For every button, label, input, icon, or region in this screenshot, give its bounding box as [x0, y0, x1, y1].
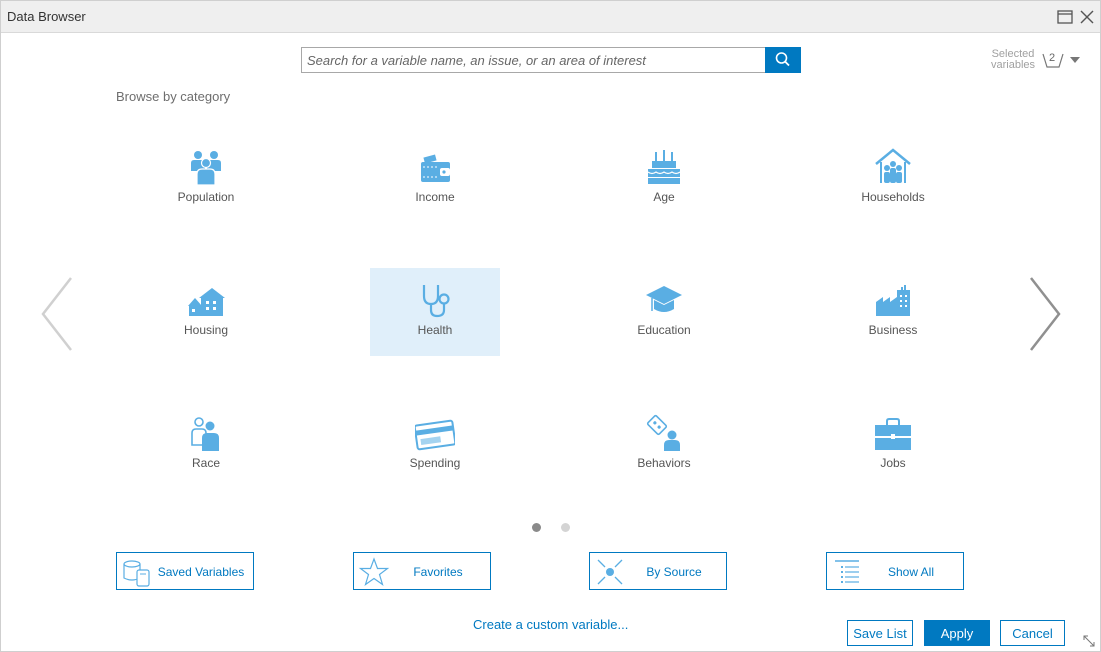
health-icon [422, 285, 450, 318]
age-icon [647, 150, 681, 184]
category-label: Education [637, 323, 691, 337]
create-custom-variable-link[interactable]: Create a custom variable... [473, 617, 628, 632]
education-icon [646, 286, 682, 312]
apply-button[interactable]: Apply [924, 620, 990, 646]
resize-handle-icon[interactable] [1081, 633, 1097, 649]
cancel-button[interactable]: Cancel [1000, 620, 1065, 646]
by-source-button[interactable]: By Source [589, 552, 727, 590]
category-label: Business [868, 323, 918, 337]
category-education[interactable]: Education [599, 268, 729, 356]
close-icon[interactable] [1078, 8, 1096, 26]
selected-count: 2 [1049, 52, 1056, 64]
business-icon [876, 285, 910, 316]
category-label: Jobs [880, 456, 906, 470]
category-households[interactable]: Households [828, 135, 958, 223]
show-all-label: Show All [887, 565, 935, 579]
previous-page-arrow[interactable] [37, 274, 77, 354]
households-icon [875, 148, 911, 183]
category-label: Income [415, 190, 455, 204]
search-button[interactable] [765, 47, 801, 73]
category-label: Population [177, 190, 235, 204]
housing-icon [188, 288, 225, 316]
category-label: Age [653, 190, 675, 204]
jobs-icon [875, 418, 911, 450]
category-health[interactable]: Health [370, 268, 500, 356]
star-icon [358, 557, 390, 586]
search-bar [301, 47, 801, 73]
selected-variables-dropdown[interactable]: Selected variables 2 [987, 49, 1087, 77]
next-page-arrow[interactable] [1025, 274, 1065, 354]
category-spending[interactable]: Spending [370, 401, 500, 489]
category-label: Spending [409, 456, 461, 470]
page-dot-2[interactable] [561, 523, 570, 532]
by-source-icon [597, 559, 623, 585]
browse-by-category-label: Browse by category [116, 89, 231, 104]
selected-variables-label: Selected variables [990, 48, 1036, 71]
search-input[interactable] [301, 47, 771, 73]
saved-variables-button[interactable]: Saved Variables [116, 552, 254, 590]
category-population[interactable]: Population [141, 135, 271, 223]
category-label: Race [191, 456, 220, 470]
page-dot-1[interactable] [532, 523, 541, 532]
chevron-down-icon [1070, 57, 1080, 63]
favorites-button[interactable]: Favorites [353, 552, 491, 590]
data-browser-window: Data Browser Selected variables 2 Browse… [0, 0, 1101, 652]
category-label: Behaviors [637, 456, 691, 470]
saved-variables-icon [123, 560, 150, 587]
behaviors-icon [646, 414, 680, 451]
title-bar: Data Browser [1, 1, 1100, 33]
by-source-label: By Source [646, 565, 702, 579]
income-icon [421, 154, 450, 182]
category-race[interactable]: Race [141, 401, 271, 489]
favorites-label: Favorites [413, 565, 463, 579]
list-icon [835, 560, 859, 583]
category-behaviors[interactable]: Behaviors [599, 401, 729, 489]
save-list-button[interactable]: Save List [847, 620, 913, 646]
search-icon [775, 52, 790, 67]
category-business[interactable]: Business [828, 268, 958, 356]
maximize-icon[interactable] [1056, 8, 1074, 26]
saved-variables-label: Saved Variables [157, 565, 245, 579]
category-label: Health [417, 323, 453, 337]
race-icon [191, 417, 219, 451]
category-label: Housing [183, 323, 229, 337]
show-all-button[interactable]: Show All [826, 552, 964, 590]
category-jobs[interactable]: Jobs [828, 401, 958, 489]
category-income[interactable]: Income [370, 135, 500, 223]
spending-icon [415, 419, 455, 451]
category-label: Households [861, 190, 925, 204]
population-icon [191, 151, 221, 186]
window-title: Data Browser [7, 9, 86, 24]
category-age[interactable]: Age [599, 135, 729, 223]
category-housing[interactable]: Housing [141, 268, 271, 356]
